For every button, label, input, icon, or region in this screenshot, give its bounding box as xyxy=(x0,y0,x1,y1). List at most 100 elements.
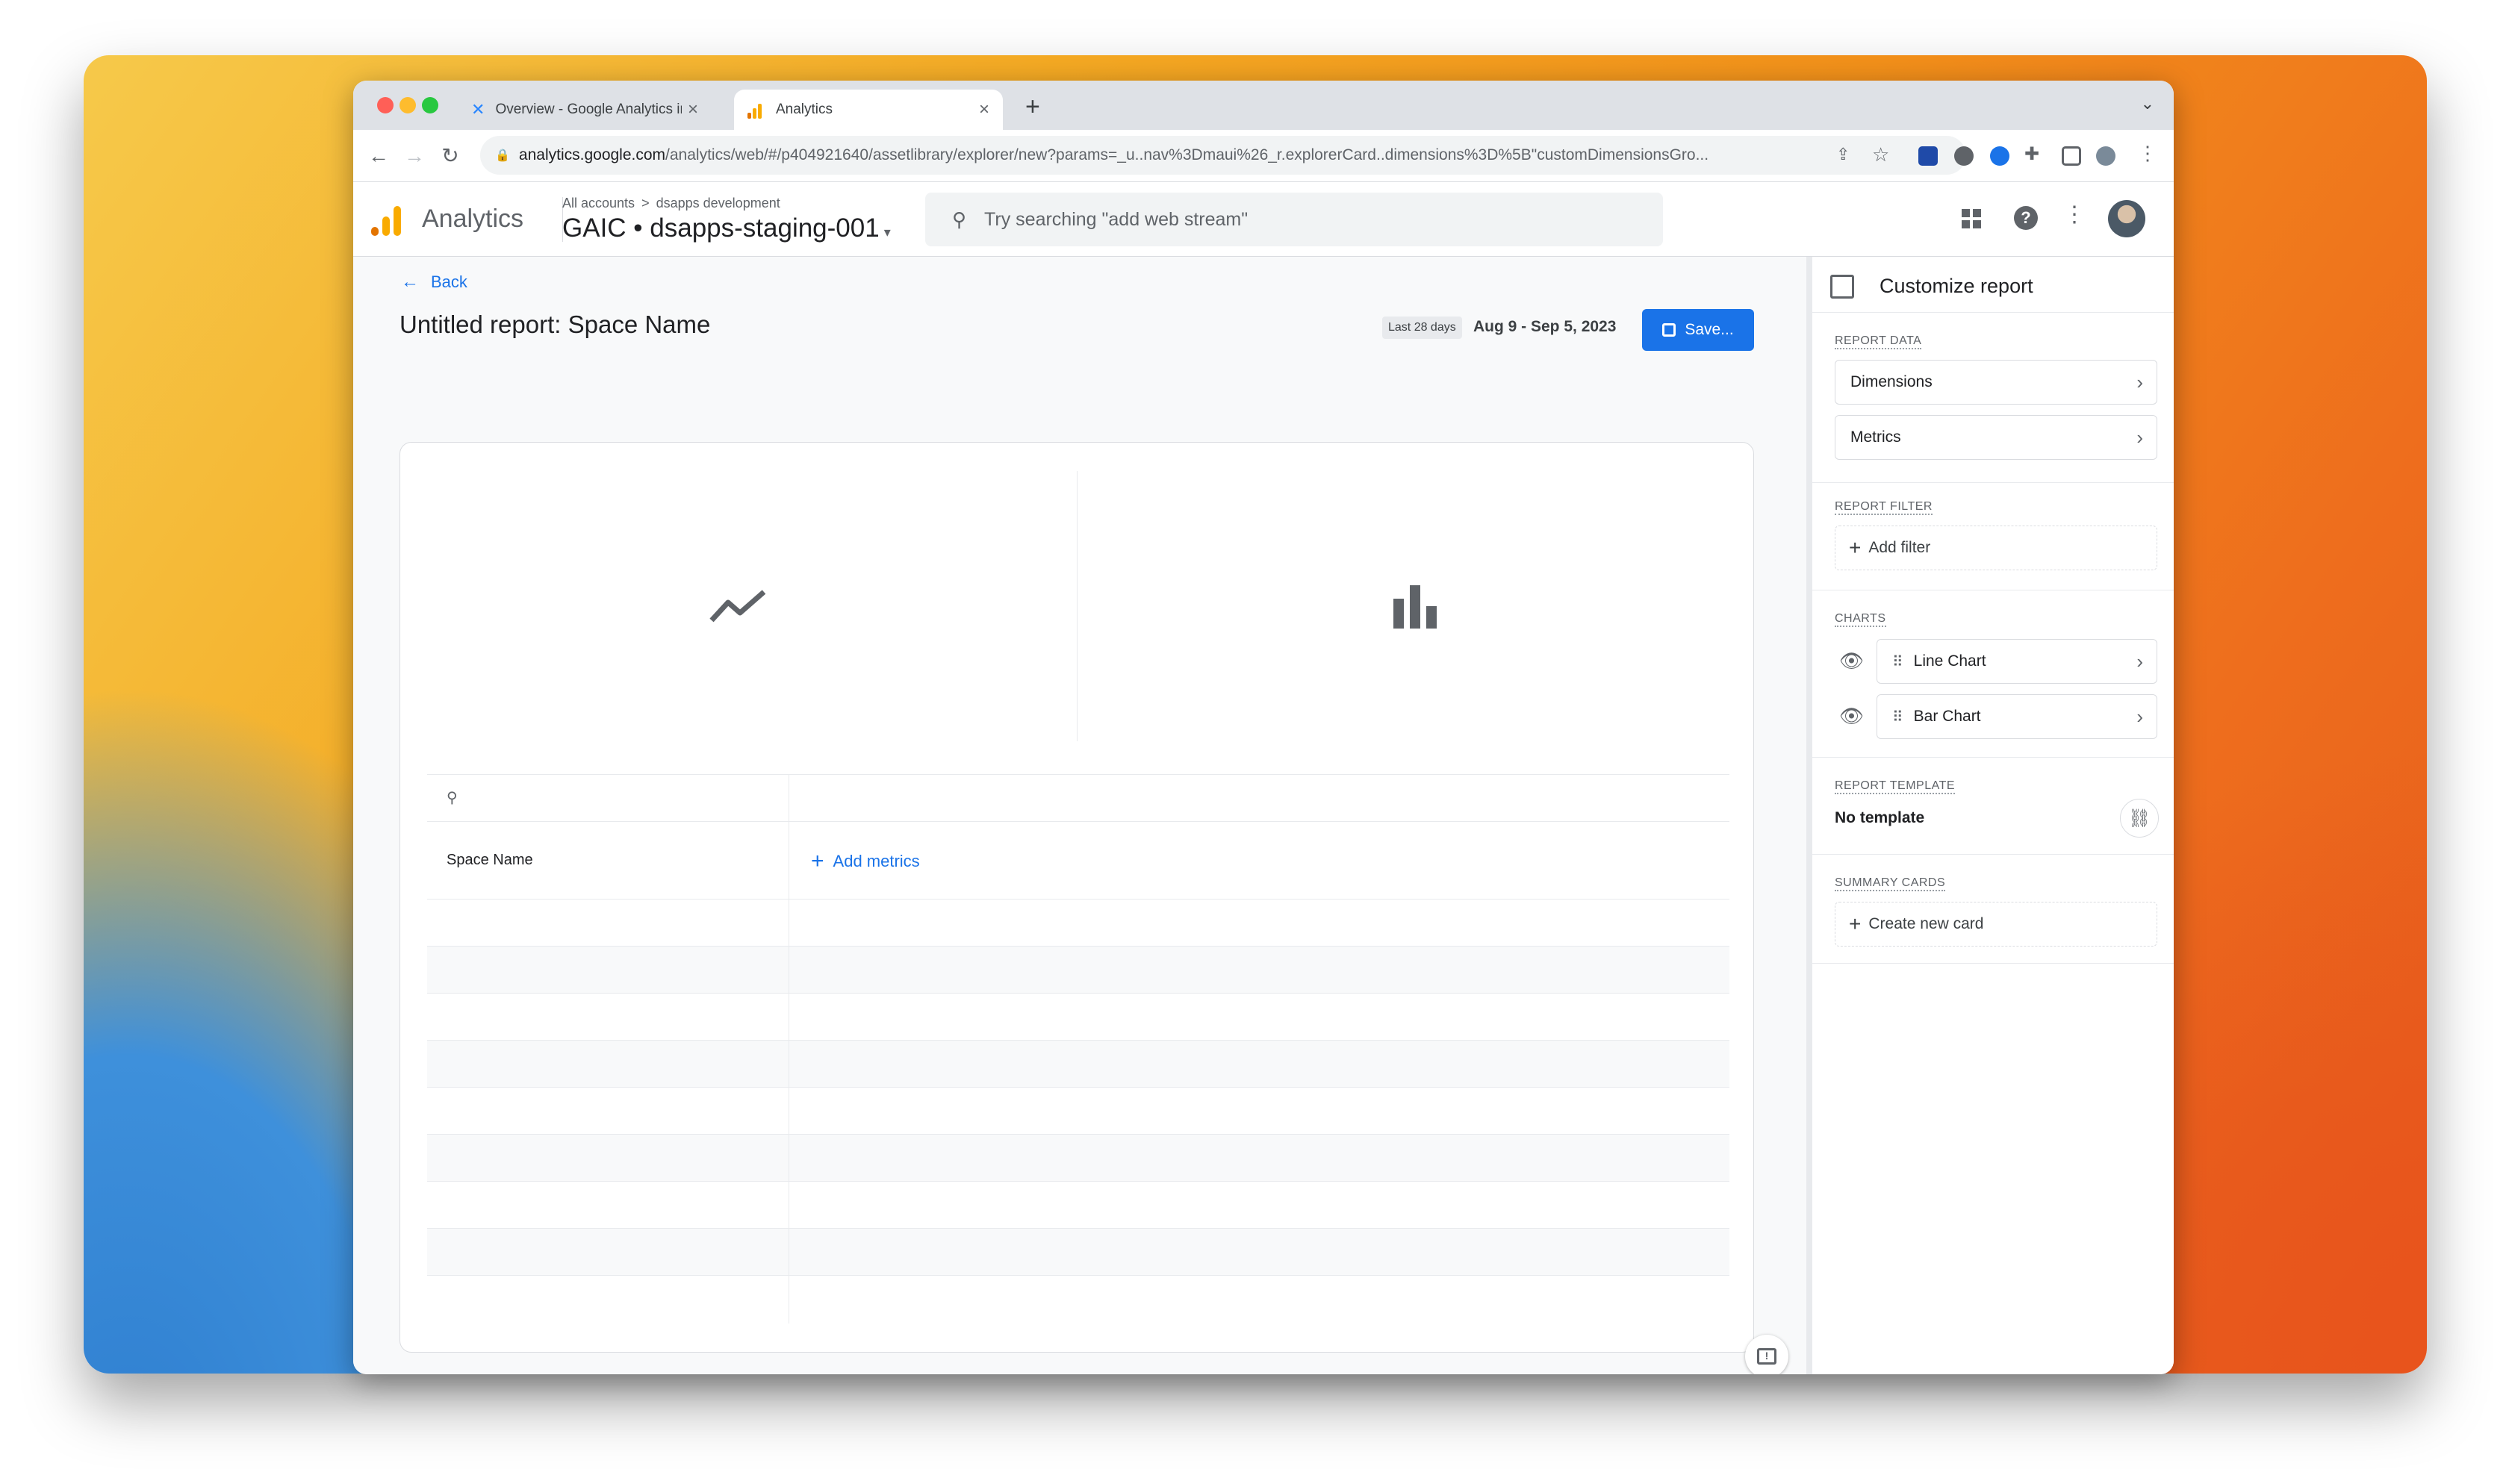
customize-icon xyxy=(1830,275,1854,299)
puzzle-icon[interactable]: ✚ xyxy=(2024,143,2039,165)
search-icon: ⚲ xyxy=(952,208,967,231)
chevron-right-icon: › xyxy=(2136,705,2143,728)
breadcrumb[interactable]: All accounts > dsapps development xyxy=(562,196,780,211)
caret-down-icon: ▾ xyxy=(883,225,891,240)
data-table: ⚲ Space Name + Add metrics xyxy=(400,774,1753,1326)
line-chart-item[interactable]: ⠿ Line Chart › xyxy=(1877,639,2157,684)
dimensions-button[interactable]: Dimensions › xyxy=(1835,360,2157,405)
create-new-card-button[interactable]: + Create new card xyxy=(1835,902,2157,947)
save-icon xyxy=(1662,323,1676,337)
customize-report-panel: Customize report REPORT DATA Dimensions ›… xyxy=(1806,257,2174,1374)
minimize-window-button[interactable] xyxy=(399,97,416,113)
lock-icon: 🔒 xyxy=(495,149,510,162)
panel-divider xyxy=(1812,963,2174,964)
bar-chart-placeholder xyxy=(1078,471,1754,741)
arrow-left-icon: ← xyxy=(401,272,419,292)
panel-divider xyxy=(1812,757,2174,758)
analytics-header: Analytics All accounts > dsapps developm… xyxy=(353,182,2174,257)
close-window-button[interactable] xyxy=(377,97,394,113)
analytics-logo-icon xyxy=(747,101,765,119)
new-tab-button[interactable]: + xyxy=(1025,93,1040,122)
line-chart-icon xyxy=(709,590,766,623)
plus-icon: + xyxy=(811,849,824,873)
reload-icon[interactable]: ↻ xyxy=(432,143,468,168)
forward-arrow-icon[interactable]: → xyxy=(397,144,432,168)
apps-grid-icon[interactable] xyxy=(1962,209,1981,228)
add-filter-button[interactable]: + Add filter xyxy=(1835,526,2157,570)
feedback-icon: ! xyxy=(1757,1348,1776,1365)
chevron-right-icon: › xyxy=(2136,650,2143,673)
more-options-icon[interactable]: ⋮ xyxy=(2063,202,2086,228)
save-button[interactable]: Save... xyxy=(1642,309,1754,351)
table-row xyxy=(427,1040,1729,1087)
property-selector[interactable]: GAIC • dsapps-staging-001 ▾ xyxy=(562,213,891,243)
column-header-space-name[interactable]: Space Name xyxy=(447,852,533,869)
eye-icon[interactable]: 👁 xyxy=(1839,649,1864,673)
template-value: No template xyxy=(1835,809,1925,826)
table-row xyxy=(427,1181,1729,1228)
tab-analytics[interactable]: Analytics × xyxy=(734,90,1003,130)
product-name: Analytics xyxy=(422,205,524,233)
drag-handle-icon[interactable]: ⠿ xyxy=(1892,708,1903,726)
extension-icon[interactable] xyxy=(1918,146,1938,166)
extension-gear-icon[interactable] xyxy=(1990,146,2009,166)
analytics-logo-icon xyxy=(371,205,401,236)
account-avatar[interactable] xyxy=(2108,200,2145,237)
add-metrics-button[interactable]: + Add metrics xyxy=(811,849,920,874)
report-canvas: ← Back Untitled report: Space Name Last … xyxy=(353,257,1806,1374)
drag-handle-icon[interactable]: ⠿ xyxy=(1892,652,1903,671)
close-tab-icon[interactable]: × xyxy=(688,99,698,120)
chevron-right-icon: › xyxy=(2136,426,2143,449)
chevron-right-icon: › xyxy=(2136,371,2143,393)
panel-divider xyxy=(1812,482,2174,483)
section-report-data: REPORT DATA xyxy=(1835,334,1922,349)
panel-title: Customize report xyxy=(1880,275,2033,297)
date-chip: Last 28 days xyxy=(1382,317,1462,339)
table-header-row: Space Name + Add metrics xyxy=(427,821,1729,899)
unlink-template-button[interactable]: ⛓ xyxy=(2120,799,2159,838)
browser-window: ✕ Overview - Google Analytics in × Analy… xyxy=(353,81,2174,1374)
table-row xyxy=(427,946,1729,993)
help-icon[interactable]: ? xyxy=(2014,206,2038,230)
side-panel-icon[interactable] xyxy=(2062,146,2081,166)
date-range-picker[interactable]: Aug 9 - Sep 5, 2023 xyxy=(1473,318,1616,336)
section-report-template: REPORT TEMPLATE xyxy=(1835,779,1956,794)
tab-list-chevron-icon[interactable]: ⌄ xyxy=(2141,94,2154,113)
bar-chart-icon xyxy=(1393,585,1437,629)
search-input[interactable]: ⚲ Try searching "add web stream" xyxy=(925,193,1663,246)
tab-bar: ✕ Overview - Google Analytics in × Analy… xyxy=(353,81,2174,130)
table-row xyxy=(427,1275,1729,1322)
address-toolbar: ← → ↻ 🔒 analytics.google.com/analytics/w… xyxy=(353,130,2174,182)
share-icon[interactable]: ⇪ xyxy=(1836,145,1850,164)
report-card: ⚲ Space Name + Add metrics xyxy=(399,442,1754,1353)
table-row xyxy=(427,1134,1729,1181)
feedback-button[interactable]: ! xyxy=(1745,1335,1788,1374)
panel-divider xyxy=(1812,312,2174,313)
extension-icon[interactable] xyxy=(1954,146,1974,166)
confluence-icon: ✕ xyxy=(471,100,485,119)
line-chart-placeholder xyxy=(400,471,1077,741)
search-icon[interactable]: ⚲ xyxy=(447,788,458,807)
back-arrow-icon[interactable]: ← xyxy=(361,144,397,168)
tab-overview[interactable]: ✕ Overview - Google Analytics in × xyxy=(458,90,712,130)
page-title: Untitled report: Space Name xyxy=(399,311,711,338)
bar-chart-item[interactable]: ⠿ Bar Chart › xyxy=(1877,694,2157,739)
eye-icon[interactable]: 👁 xyxy=(1839,705,1864,728)
close-tab-icon[interactable]: × xyxy=(979,99,989,120)
back-button[interactable]: ← Back xyxy=(401,272,467,293)
table-row xyxy=(427,899,1729,946)
link-off-icon: ⛓ xyxy=(2127,808,2151,829)
bookmark-star-icon[interactable]: ☆ xyxy=(1872,143,1889,166)
table-search-row: ⚲ xyxy=(427,774,1729,821)
address-bar[interactable]: 🔒 analytics.google.com/analytics/web/#/p… xyxy=(480,136,1966,175)
table-row xyxy=(427,1087,1729,1134)
metrics-button[interactable]: Metrics › xyxy=(1835,415,2157,460)
profile-avatar[interactable] xyxy=(2096,146,2115,166)
section-report-filter: REPORT FILTER xyxy=(1835,500,1933,515)
section-charts: CHARTS xyxy=(1835,612,1886,627)
zoom-window-button[interactable] xyxy=(422,97,438,113)
browser-menu-icon[interactable]: ⋮ xyxy=(2138,142,2157,165)
section-summary-cards: SUMMARY CARDS xyxy=(1835,876,1946,891)
table-row xyxy=(427,993,1729,1040)
panel-divider xyxy=(1812,854,2174,855)
